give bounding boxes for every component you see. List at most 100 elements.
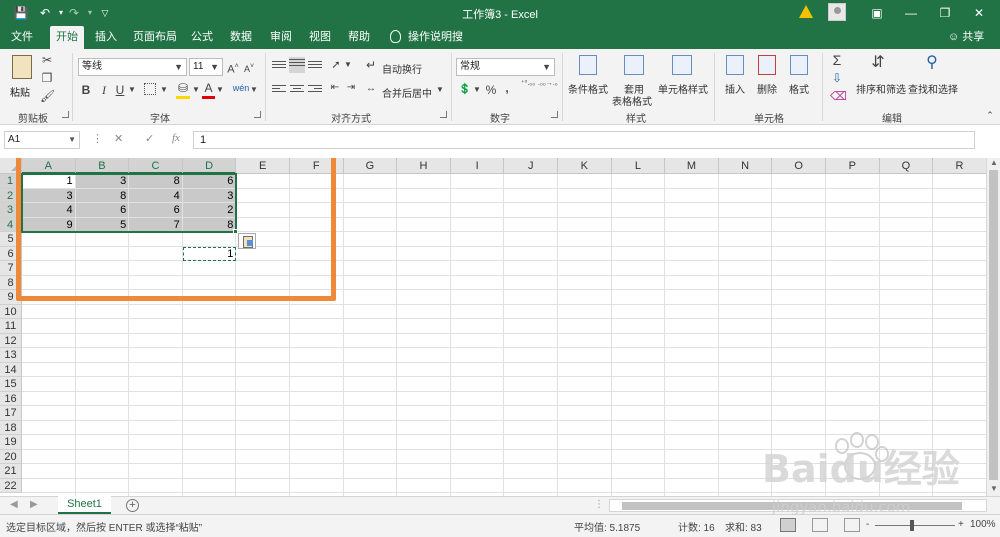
bold-button[interactable]: B bbox=[80, 82, 92, 98]
name-box[interactable]: A1 ▼ bbox=[4, 131, 80, 149]
italic-button[interactable]: I bbox=[98, 82, 110, 98]
row-header[interactable]: 11 bbox=[0, 319, 22, 334]
format-as-table-button[interactable]: 套用 表格格式 bbox=[612, 53, 658, 108]
find-select-button[interactable]: ⚲ 查找和选择 bbox=[906, 53, 958, 107]
close-button[interactable]: ✕ bbox=[962, 0, 996, 26]
clipboard-launcher-icon[interactable] bbox=[62, 111, 69, 118]
formula-input[interactable]: 1 bbox=[193, 131, 975, 149]
conditional-formatting-button[interactable]: 条件格式 bbox=[566, 53, 610, 107]
align-middle-icon[interactable] bbox=[289, 57, 305, 73]
row-header[interactable]: 18 bbox=[0, 420, 22, 435]
cell-styles-button[interactable]: 单元格样式 bbox=[658, 53, 708, 107]
row-header[interactable]: 22 bbox=[0, 478, 22, 493]
row-header[interactable]: 16 bbox=[0, 391, 22, 406]
next-sheet-icon[interactable]: ▶ bbox=[30, 499, 38, 510]
row-header[interactable]: 21 bbox=[0, 464, 22, 479]
chevron-down-icon[interactable]: ▼ bbox=[344, 57, 352, 73]
align-top-icon[interactable] bbox=[272, 59, 286, 71]
align-bottom-icon[interactable] bbox=[308, 59, 322, 71]
sheet-tab[interactable]: Sheet1 bbox=[58, 496, 111, 514]
share-button[interactable]: ☺ 共享 bbox=[948, 26, 984, 49]
column-header[interactable]: J bbox=[504, 158, 558, 174]
row-header[interactable]: 12 bbox=[0, 333, 22, 348]
restore-button[interactable]: ❐ bbox=[928, 0, 962, 26]
row-header[interactable]: 19 bbox=[0, 435, 22, 450]
wrap-text-button[interactable]: 自动换行 bbox=[382, 61, 422, 76]
number-launcher-icon[interactable] bbox=[551, 111, 558, 118]
chevron-down-icon[interactable]: ▼ bbox=[160, 82, 168, 98]
format-painter-icon[interactable]: 🖌 bbox=[40, 88, 55, 104]
chevron-down-icon[interactable]: ▼ bbox=[436, 82, 444, 98]
row-header[interactable]: 14 bbox=[0, 362, 22, 377]
prev-sheet-icon[interactable]: ◀ bbox=[10, 499, 18, 510]
column-header[interactable]: H bbox=[397, 158, 451, 174]
scroll-thumb[interactable] bbox=[622, 502, 962, 510]
column-header[interactable]: Q bbox=[879, 158, 934, 174]
chevron-down-icon[interactable]: ▼ bbox=[216, 82, 224, 98]
fill-color-icon[interactable]: ⛁ bbox=[176, 80, 190, 99]
grow-font-icon[interactable]: A˄ bbox=[226, 59, 240, 78]
alignment-launcher-icon[interactable] bbox=[440, 111, 447, 118]
tab-view[interactable]: 视图 bbox=[303, 26, 337, 49]
zoom-slider-knob[interactable] bbox=[910, 520, 914, 531]
chevron-down-icon[interactable]: ▼ bbox=[250, 82, 258, 98]
align-right-icon[interactable] bbox=[308, 83, 322, 95]
percent-style-button[interactable]: % bbox=[484, 82, 498, 98]
merge-center-icon[interactable]: ↔ bbox=[364, 81, 378, 97]
font-size-select[interactable]: 11 ▼ bbox=[189, 58, 223, 76]
scroll-thumb[interactable] bbox=[989, 170, 998, 480]
column-header[interactable]: L bbox=[611, 158, 666, 174]
copy-icon[interactable]: ❐ bbox=[40, 70, 54, 86]
tab-help[interactable]: 帮助 bbox=[342, 26, 376, 49]
comma-style-button[interactable]: , bbox=[502, 80, 512, 96]
zoom-level[interactable]: 100% bbox=[970, 519, 996, 530]
row-header[interactable]: 17 bbox=[0, 406, 22, 421]
normal-view-button[interactable] bbox=[780, 518, 796, 532]
borders-icon[interactable] bbox=[144, 83, 156, 95]
cancel-icon[interactable]: ✕ bbox=[114, 132, 123, 145]
add-sheet-icon[interactable]: + bbox=[126, 499, 139, 512]
scroll-up-icon[interactable]: ▲ bbox=[987, 158, 1000, 167]
worksheet-grid[interactable]: A B C D E F G H I J K L M N O P Q R 1 2 3 4 5 6 7 8 9 10 11 12 13 14 15 1… bbox=[0, 158, 986, 496]
column-header[interactable]: M bbox=[665, 158, 719, 174]
zoom-in-button[interactable]: + bbox=[958, 519, 964, 530]
align-center-icon[interactable] bbox=[290, 83, 304, 95]
delete-cells-button[interactable]: 删除 bbox=[752, 53, 782, 107]
row-header[interactable]: 13 bbox=[0, 348, 22, 363]
enter-icon[interactable]: ✓ bbox=[145, 132, 154, 145]
zoom-out-button[interactable]: - bbox=[866, 519, 869, 530]
zoom-slider[interactable] bbox=[875, 525, 955, 526]
row-header[interactable]: 15 bbox=[0, 377, 22, 392]
align-left-icon[interactable] bbox=[272, 83, 286, 95]
fill-icon[interactable]: ⇩ bbox=[830, 70, 844, 86]
sort-filter-button[interactable]: ⇵ 排序和筛选 bbox=[854, 53, 906, 107]
phonetic-guide-icon[interactable]: wén bbox=[232, 80, 250, 96]
chevron-down-icon[interactable]: ▼ bbox=[192, 82, 200, 98]
orientation-icon[interactable]: ➚ bbox=[328, 57, 344, 73]
row-header[interactable]: 20 bbox=[0, 449, 22, 464]
cut-icon[interactable]: ✂ bbox=[40, 52, 54, 68]
tab-home[interactable]: 开始 bbox=[50, 26, 84, 49]
tell-me-search[interactable]: 操作说明搜索 bbox=[408, 26, 470, 66]
vertical-scrollbar[interactable]: ▲ ▼ bbox=[986, 158, 1000, 496]
insert-function-button[interactable]: fx bbox=[172, 132, 180, 144]
chevron-down-icon[interactable]: ▼ bbox=[473, 82, 481, 98]
column-header[interactable]: O bbox=[772, 158, 826, 174]
horizontal-scrollbar[interactable] bbox=[609, 499, 987, 512]
page-break-view-button[interactable] bbox=[844, 518, 860, 532]
tab-insert[interactable]: 插入 bbox=[90, 26, 122, 49]
column-header[interactable]: R bbox=[933, 158, 986, 174]
shrink-font-icon[interactable]: A˅ bbox=[242, 59, 256, 77]
scroll-down-icon[interactable]: ▼ bbox=[987, 484, 1000, 493]
decrease-indent-icon[interactable]: ⇤ bbox=[328, 80, 342, 96]
decrease-decimal-button[interactable]: .₀₀→.₀ bbox=[538, 80, 558, 88]
tab-data[interactable]: 数据 bbox=[224, 26, 258, 49]
font-launcher-icon[interactable] bbox=[254, 111, 261, 118]
page-layout-view-button[interactable] bbox=[812, 518, 828, 532]
increase-indent-icon[interactable]: ⇥ bbox=[344, 80, 358, 96]
format-cells-button[interactable]: 格式 bbox=[784, 53, 814, 107]
column-header[interactable]: I bbox=[450, 158, 505, 174]
clear-icon[interactable]: ⌫ bbox=[830, 88, 847, 104]
column-header[interactable]: G bbox=[343, 158, 398, 174]
tab-file[interactable]: 文件 bbox=[6, 26, 38, 49]
